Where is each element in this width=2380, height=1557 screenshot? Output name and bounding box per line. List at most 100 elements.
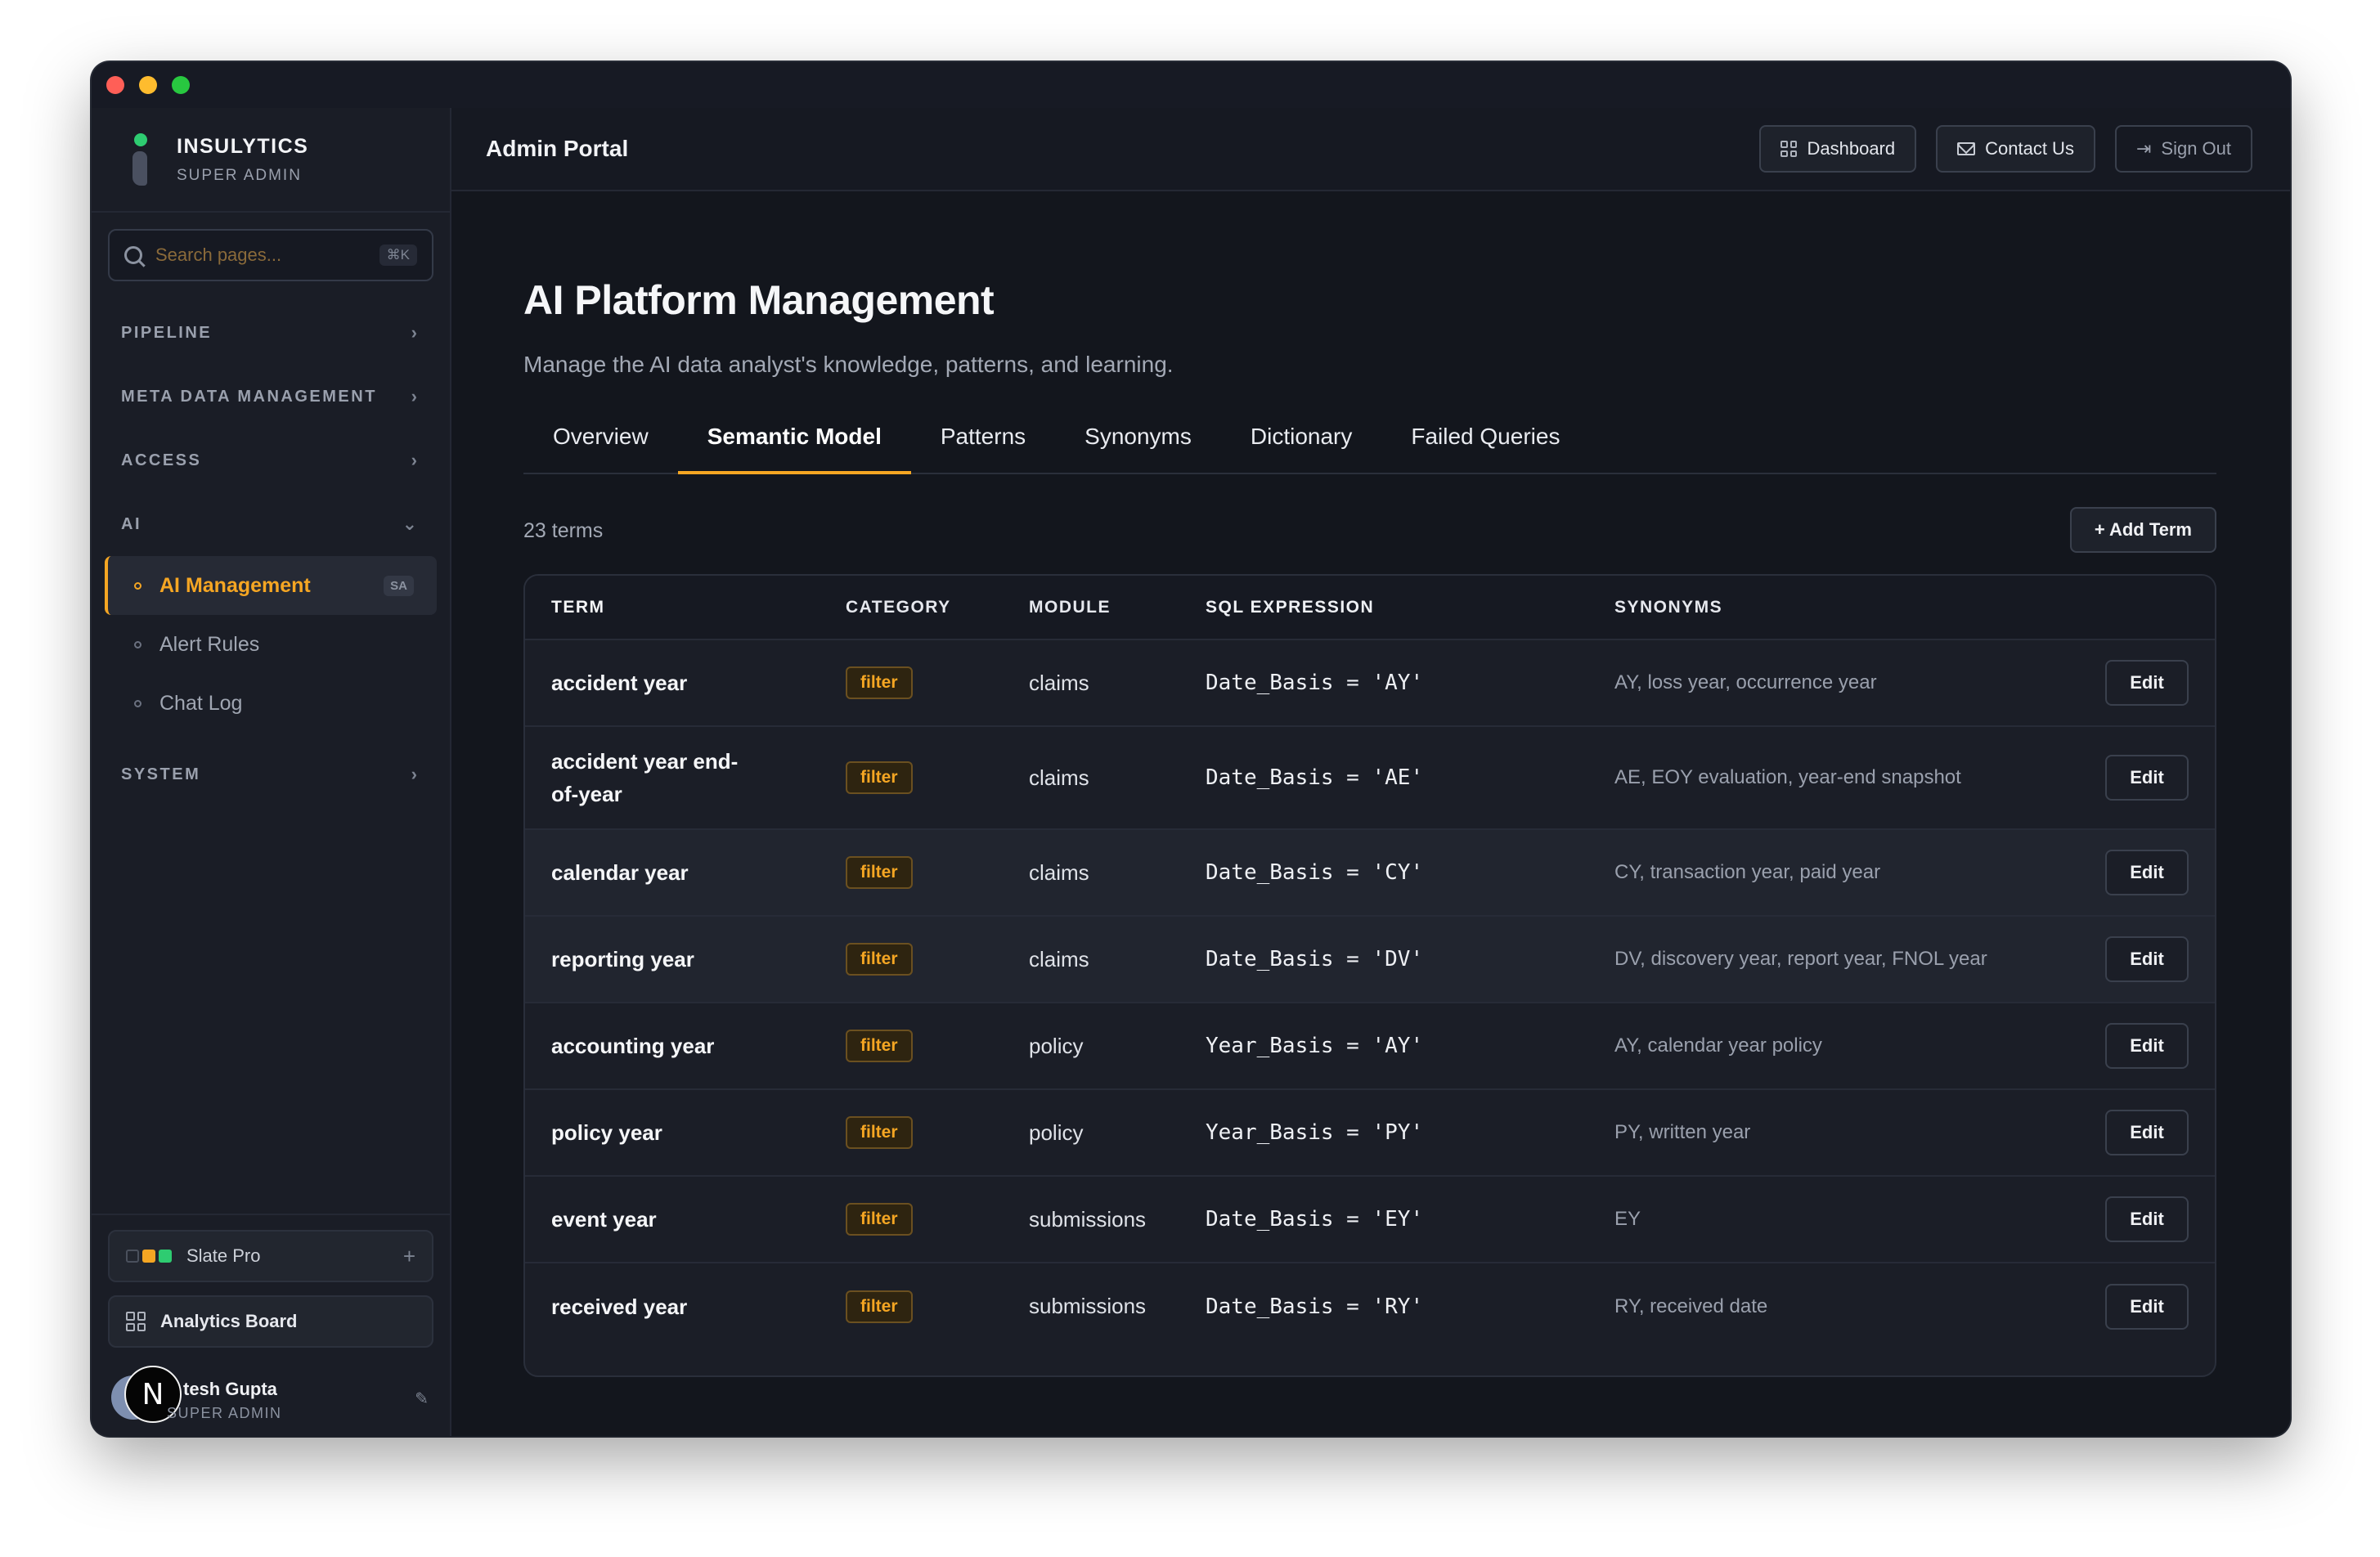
add-term-button[interactable]: + Add Term — [2069, 507, 2216, 553]
user-profile[interactable]: N tesh Gupta SUPER ADMIN ✎ — [92, 1361, 450, 1436]
sign-out-icon: ⇥ — [2135, 138, 2152, 159]
sql-expression-cell: Year_Basis = 'AY' — [1206, 1002, 1614, 1089]
minimize-window-button[interactable] — [139, 76, 157, 94]
tab-failed-queries[interactable]: Failed Queries — [1381, 424, 1589, 474]
term-text: event year — [551, 1207, 657, 1232]
edit-button[interactable]: Edit — [2105, 1023, 2189, 1069]
category-badge: filter — [846, 943, 913, 976]
search-box[interactable]: Search pages... ⌘K — [108, 229, 433, 281]
page-subtitle: Manage the AI data analyst's knowledge, … — [523, 352, 1174, 377]
sql-expression-cell: Date_Basis = 'DV' — [1206, 915, 1614, 1003]
semantic-table: TERM CATEGORY MODULE SQL EXPRESSION SYNO… — [523, 574, 2216, 1377]
sidebar-section-access[interactable]: ACCESS › — [92, 429, 450, 492]
brand-role: SUPER ADMIN — [177, 166, 302, 184]
category-cell: filter — [846, 1262, 1029, 1349]
analytics-board-label: Analytics Board — [160, 1311, 298, 1331]
category-badge: filter — [846, 666, 913, 699]
term-cell: reporting year — [525, 915, 846, 1003]
edit-button[interactable]: Edit — [2105, 660, 2189, 706]
main-content: Admin Portal Dashboard Contact Us ⇥ Sign… — [451, 108, 2290, 1436]
search-icon — [124, 246, 142, 264]
module-cell: policy — [1029, 1088, 1206, 1176]
term-cell: accident year end-of-year — [525, 725, 846, 829]
sidebar-section-meta-data[interactable]: META DATA MANAGEMENT › — [92, 365, 450, 429]
table-row: event year filter submissions Date_Basis = … — [525, 1175, 2215, 1263]
edit-button[interactable]: Edit — [2105, 1110, 2189, 1155]
module-cell: claims — [1029, 828, 1206, 916]
synonyms-cell: AY, loss year, occurrence year — [1614, 639, 2100, 726]
term-cell: policy year — [525, 1088, 846, 1176]
analytics-board-button[interactable]: Analytics Board — [108, 1295, 433, 1348]
chevron-down-icon: ⌄ — [402, 514, 417, 534]
tab-patterns[interactable]: Patterns — [911, 424, 1055, 474]
category-cell: filter — [846, 1002, 1029, 1089]
table-row: accounting year filter policy Year_Basis = … — [525, 1002, 2215, 1089]
module-cell: claims — [1029, 639, 1206, 726]
brand: INSULYTICS SUPER ADMIN — [92, 108, 450, 213]
sql-expression-cell: Date_Basis = 'RY' — [1206, 1262, 1614, 1349]
table-row: accident year filter claims Date_Basis = 'A… — [525, 639, 2215, 726]
edit-button[interactable]: Edit — [2105, 755, 2189, 801]
synonyms-cell: DV, discovery year, report year, FNOL ye… — [1614, 915, 2100, 1003]
term-count: 23 terms — [523, 518, 604, 542]
category-badge: filter — [846, 1203, 913, 1236]
dashboard-button[interactable]: Dashboard — [1759, 125, 1917, 173]
sidebar-section-label: AI — [121, 514, 141, 533]
edit-button[interactable]: Edit — [2105, 1196, 2189, 1242]
chevron-right-icon: › — [411, 450, 417, 470]
sidebar-section-ai[interactable]: AI ⌄ — [92, 492, 450, 556]
sidebar-section-system[interactable]: SYSTEM › — [92, 743, 450, 806]
sign-out-button[interactable]: ⇥ Sign Out — [2114, 125, 2252, 173]
term-cell: accounting year — [525, 1002, 846, 1089]
synonyms-cell: EY — [1614, 1175, 2100, 1263]
maximize-window-button[interactable] — [172, 76, 190, 94]
plus-icon[interactable]: + — [403, 1244, 415, 1269]
workspace-switcher[interactable]: Slate Pro + — [108, 1230, 433, 1282]
sidebar-item-chat-log[interactable]: Chat Log — [105, 674, 437, 733]
sidebar-item-ai-management[interactable]: AI Management SA — [105, 556, 437, 615]
tab-synonyms[interactable]: Synonyms — [1055, 424, 1221, 474]
close-window-button[interactable] — [106, 76, 124, 94]
category-badge: filter — [846, 1116, 913, 1149]
contact-us-button[interactable]: Contact Us — [1936, 125, 2095, 173]
portal-title: Admin Portal — [486, 136, 629, 161]
sidebar-item-label: AI Management — [159, 573, 311, 597]
synonyms-cell: AY, calendar year policy — [1614, 1002, 2100, 1089]
actions-cell: Edit — [2100, 1002, 2215, 1089]
actions-cell: Edit — [2100, 725, 2215, 829]
column-header-actions — [2100, 576, 2215, 639]
term-text: accounting year — [551, 1034, 715, 1058]
edit-button[interactable]: Edit — [2105, 1283, 2189, 1330]
column-header-synonyms: SYNONYMS — [1614, 576, 2100, 639]
synonyms-cell: RY, received date — [1614, 1262, 2100, 1349]
bullet-icon — [134, 640, 141, 648]
grid-icon — [1781, 141, 1798, 157]
module-cell: claims — [1029, 725, 1206, 829]
sidebar-footer: Slate Pro + Analytics Board N tesh Gupta… — [92, 1214, 450, 1436]
edit-button[interactable]: Edit — [2105, 850, 2189, 895]
tab-overview[interactable]: Overview — [523, 424, 678, 474]
module-cell: submissions — [1029, 1262, 1206, 1349]
sidebar-item-alert-rules[interactable]: Alert Rules — [105, 615, 437, 674]
chevron-right-icon: › — [411, 322, 417, 343]
actions-cell: Edit — [2100, 828, 2215, 916]
module-cell: submissions — [1029, 1175, 1206, 1263]
term-cell: calendar year — [525, 828, 846, 916]
tab-dictionary[interactable]: Dictionary — [1221, 424, 1381, 474]
synonyms-cell: PY, written year — [1614, 1088, 2100, 1176]
tab-semantic-model[interactable]: Semantic Model — [677, 424, 911, 474]
term-text: calendar year — [551, 860, 689, 885]
actions-cell: Edit — [2100, 1175, 2215, 1263]
sign-out-label: Sign Out — [2161, 138, 2231, 159]
table-row: received year filter submissions Date_Basis… — [525, 1262, 2215, 1349]
synonyms-cell: CY, transaction year, paid year — [1614, 828, 2100, 916]
edit-pencil-icon[interactable]: ✎ — [415, 1389, 429, 1409]
sidebar-section-pipeline[interactable]: PIPELINE › — [92, 301, 450, 365]
sql-expression-cell: Year_Basis = 'PY' — [1206, 1088, 1614, 1176]
table-row: accident year end-of-year filter claims Dat… — [525, 725, 2215, 829]
edit-button[interactable]: Edit — [2105, 936, 2189, 982]
sidebar-item-label: Chat Log — [159, 691, 243, 715]
term-text: accident year — [551, 671, 688, 695]
actions-cell: Edit — [2100, 1262, 2215, 1349]
user-name: tesh Gupta — [183, 1379, 277, 1399]
